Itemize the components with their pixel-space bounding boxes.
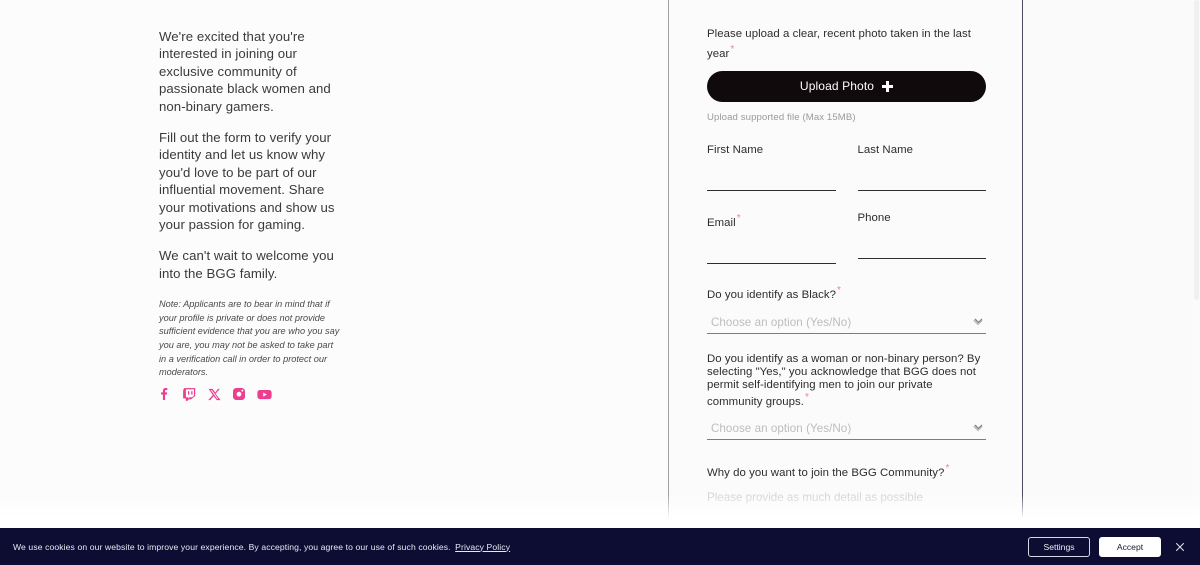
identify-black-label: Do you identify as Black?* [707, 283, 986, 303]
identify-woman-select[interactable]: Choose an option (Yes/No) [707, 418, 986, 439]
identify-black-select[interactable]: Choose an option (Yes/No) [707, 312, 986, 333]
phone-field: Phone [857, 211, 986, 264]
x-twitter-icon[interactable] [205, 385, 223, 403]
name-row: First Name Last Name [707, 143, 986, 191]
last-name-field: Last Name [857, 143, 986, 191]
identify-woman-select-wrap: Choose an option (Yes/No) [707, 418, 986, 441]
page-scrollbar[interactable] [1193, 0, 1200, 529]
cookie-accept-button[interactable]: Accept [1099, 536, 1161, 557]
identify-black-select-wrap: Choose an option (Yes/No) [707, 312, 986, 335]
required-asterisk: * [945, 463, 950, 475]
phone-input[interactable] [857, 245, 986, 259]
twitch-icon[interactable] [180, 385, 198, 403]
intro-paragraph-2: Fill out the form to verify your identit… [159, 130, 335, 233]
required-asterisk: * [805, 391, 809, 403]
cookie-settings-button[interactable]: Settings [1028, 536, 1090, 557]
email-input[interactable] [707, 250, 836, 264]
facebook-icon[interactable] [155, 385, 173, 403]
intro-paragraph-3: We can't wait to welcome you into the BG… [159, 248, 334, 281]
upload-hint: Upload supported file (Max 15MB) [707, 111, 856, 123]
required-asterisk: * [736, 212, 741, 224]
why-join-label-text: Why do you want to join the BGG Communit… [707, 467, 945, 480]
instagram-icon[interactable] [230, 385, 248, 403]
first-name-input[interactable] [707, 177, 836, 191]
privacy-policy-link[interactable]: Privacy Policy [455, 542, 510, 552]
identify-black-label-text: Do you identify as Black? [707, 288, 837, 301]
cookie-close-button[interactable] [1172, 539, 1188, 555]
page-root: We're excited that you're interested in … [0, 0, 1200, 565]
upload-photo-button-label: Upload Photo [799, 79, 875, 94]
cookie-consent-banner: We use cookies on our website to improve… [0, 528, 1200, 565]
required-asterisk: * [837, 284, 841, 296]
email-label-text: Email [707, 216, 736, 229]
page-scrollbar-thumb[interactable] [1194, 0, 1199, 300]
required-asterisk: * [730, 44, 735, 55]
first-name-label: First Name [707, 143, 764, 156]
identify-woman-field: Do you identify as a woman or non-binary… [707, 353, 986, 441]
cookie-banner-message: We use cookies on our website to improve… [13, 541, 451, 552]
identify-black-field: Do you identify as Black?* Choose an opt… [707, 283, 986, 335]
last-name-label: Last Name [857, 143, 913, 156]
email-label: Email* [707, 211, 836, 231]
identify-woman-label-text: Do you identify as a woman or non-binary… [707, 353, 981, 408]
upload-photo-label-text: Please upload a clear, recent photo take… [707, 28, 971, 60]
youtube-icon[interactable] [255, 385, 273, 403]
why-join-label: Why do you want to join the BGG Communit… [707, 461, 986, 481]
last-name-input[interactable] [857, 177, 986, 191]
social-links [155, 385, 273, 403]
identify-woman-label: Do you identify as a woman or non-binary… [707, 353, 986, 408]
right-pane [1023, 0, 1200, 529]
applicant-note: Note: Applicants are to bear in mind tha… [159, 299, 340, 378]
application-form: Please upload a clear, recent photo take… [669, 0, 1022, 547]
plus-icon [882, 80, 894, 92]
intro-paragraph-1: We're excited that you're interested in … [159, 29, 331, 114]
phone-label: Phone [857, 211, 891, 224]
cookie-banner-text: We use cookies on our website to improve… [13, 542, 510, 552]
email-field: Email* [707, 211, 836, 264]
cookie-banner-actions: Settings Accept [1028, 536, 1188, 557]
first-name-field: First Name [707, 143, 836, 191]
contact-row: Email* Phone [707, 211, 986, 264]
left-gutter [0, 0, 150, 529]
upload-photo-label: Please upload a clear, recent photo take… [707, 27, 986, 62]
intro-column: We're excited that you're interested in … [150, 0, 668, 529]
upload-photo-button[interactable]: Upload Photo [707, 70, 986, 102]
